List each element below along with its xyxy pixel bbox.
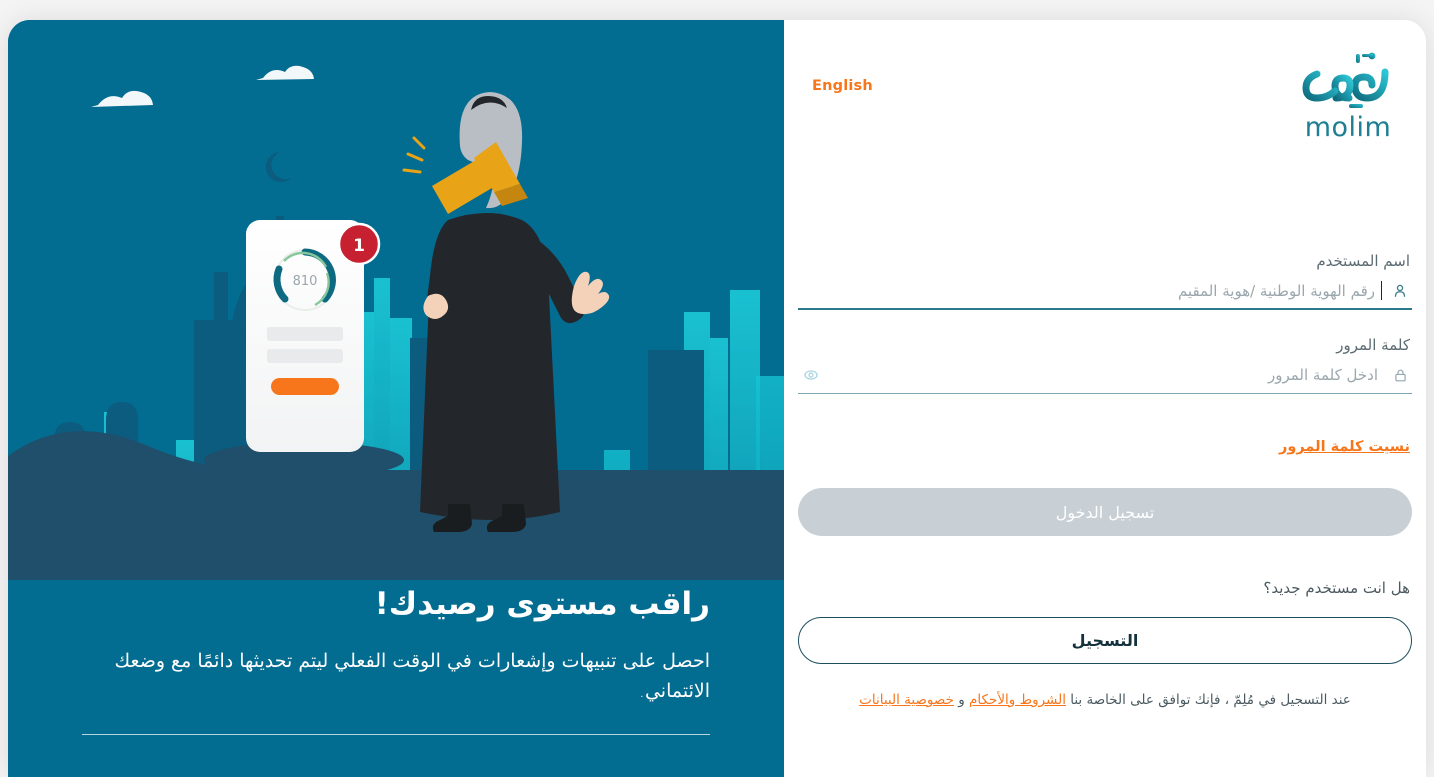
login-button[interactable]: تسجيل الدخول: [798, 488, 1412, 536]
text-cursor: [1381, 281, 1382, 300]
terms-prefix: عند التسجيل في مُلِمّ ، فإنك توافق على ا…: [1065, 692, 1351, 708]
promo-illustration-panel: 810 1 راقب مستوى رصيدك! احصل على تنبيهات…: [8, 20, 784, 777]
promo-divider: [82, 734, 710, 735]
new-user-prompt: هل انت مستخدم جديد؟: [1263, 579, 1410, 597]
forgot-password-row: نسيت كلمة المرور: [798, 436, 1412, 455]
terms-and-conditions-link[interactable]: الشروط والأحكام: [969, 692, 1066, 708]
username-field-block: اسم المستخدم: [798, 252, 1412, 310]
password-label: كلمة المرور: [1336, 336, 1410, 354]
data-privacy-link[interactable]: خصوصية البيانات: [859, 692, 954, 708]
lock-icon: [1390, 365, 1410, 385]
username-label: اسم المستخدم: [1316, 252, 1410, 270]
promo-body: احصل على تنبيهات وإشعارات في الوقت الفعل…: [114, 649, 710, 702]
notification-badge: 1: [337, 222, 381, 266]
promo-text-block: راقب مستوى رصيدك! احصل على تنبيهات وإشعا…: [82, 585, 710, 735]
phone-score-value: 810: [293, 274, 318, 289]
register-button[interactable]: التسجيل: [798, 617, 1412, 664]
terms-conjunction: و: [953, 692, 970, 708]
login-page: 810 1 راقب مستوى رصيدك! احصل على تنبيهات…: [8, 20, 1426, 777]
password-field-row[interactable]: [798, 360, 1412, 394]
svg-text:molim: molim: [1305, 112, 1392, 142]
language-switch-link[interactable]: English: [812, 78, 873, 94]
terms-agreement-text: عند التسجيل في مُلِمّ ، فإنك توافق على ا…: [798, 690, 1412, 710]
forgot-password-link[interactable]: نسيت كلمة المرور: [1279, 439, 1410, 455]
login-form-panel: English molim اسم المستخدم رقم الهوية ال…: [784, 20, 1426, 777]
molim-logo: molim: [1292, 42, 1404, 142]
login-form: اسم المستخدم كلمة المرور: [784, 252, 1426, 710]
username-input[interactable]: [798, 276, 1381, 305]
svg-text:1: 1: [353, 236, 365, 256]
username-field-row[interactable]: [798, 276, 1412, 310]
user-icon: [1390, 281, 1410, 301]
eye-icon[interactable]: [800, 364, 822, 386]
promo-title: راقب مستوى رصيدك!: [374, 586, 710, 623]
password-input[interactable]: [822, 360, 1384, 390]
password-field-block: كلمة المرور: [798, 336, 1412, 394]
